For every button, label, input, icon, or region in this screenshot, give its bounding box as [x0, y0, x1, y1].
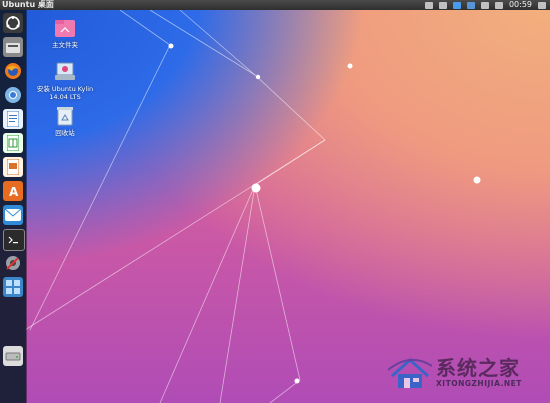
desktop-icon-home[interactable]: 主文件夹: [30, 17, 100, 49]
launcher-workspaces[interactable]: [3, 277, 23, 297]
launcher-settings[interactable]: [3, 253, 23, 273]
launcher-dash-home[interactable]: [3, 13, 23, 33]
settings-icon: [6, 256, 20, 270]
clock[interactable]: 00:59: [509, 0, 532, 10]
launcher-writer[interactable]: [3, 109, 23, 129]
desktop-icon-trash[interactable]: 回收站: [30, 105, 100, 137]
terminal-icon: [8, 236, 18, 244]
launcher-terminal[interactable]: [3, 229, 25, 251]
launcher-software-center[interactable]: A: [3, 181, 23, 201]
watermark: 系统之家 XITONGZHIJIA.NET: [388, 346, 548, 402]
launcher-mail[interactable]: [3, 205, 23, 225]
launcher-firefox[interactable]: [3, 61, 23, 81]
keyboard-icon[interactable]: [452, 1, 461, 9]
user-icon[interactable]: [438, 1, 447, 9]
desktop-icon-installer[interactable]: 安装 Ubuntu Kylin 14.04 LTS: [30, 61, 100, 101]
presentation-icon: [7, 159, 19, 175]
launcher-drive[interactable]: [3, 346, 23, 366]
workspace-icon: [6, 280, 20, 294]
desktop-icon-label: 回收站: [55, 129, 75, 137]
power-icon[interactable]: [538, 1, 546, 9]
input-method-icon[interactable]: [424, 1, 433, 9]
firefox-icon: [5, 63, 21, 79]
network-icon[interactable]: [480, 1, 489, 9]
window-title: Ubuntu 桌面: [2, 0, 54, 9]
volume-icon[interactable]: [494, 1, 503, 9]
watermark-logo-icon: [388, 357, 432, 388]
desktop-icon-label: 主文件夹: [52, 41, 78, 49]
launcher-chromium[interactable]: [3, 85, 23, 105]
launcher-impress[interactable]: [3, 157, 23, 177]
folder-icon: [6, 43, 20, 53]
trash-icon: [54, 105, 76, 127]
launcher: A: [0, 10, 26, 403]
launcher-files[interactable]: [3, 37, 23, 57]
top-panel: Ubuntu 桌面 00:59: [0, 0, 550, 10]
watermark-title: 系统之家: [436, 356, 520, 380]
chromium-icon: [5, 87, 21, 103]
document-icon: [7, 111, 19, 127]
drive-icon: [5, 352, 21, 361]
mail-icon[interactable]: [466, 1, 475, 9]
launcher-calc[interactable]: [3, 133, 23, 153]
watermark-subtitle: XITONGZHIJIA.NET: [436, 379, 522, 388]
desktop-icon-label: 安装 Ubuntu Kylin 14.04 LTS: [36, 85, 94, 101]
spreadsheet-icon: [7, 135, 19, 151]
ubuntu-logo-icon: [6, 16, 20, 30]
home-folder-icon: [54, 17, 76, 39]
software-center-icon: A: [9, 185, 19, 198]
mail-icon: [5, 209, 21, 221]
svg-text:A: A: [9, 185, 19, 198]
installer-icon: [54, 61, 76, 83]
system-tray: 00:59: [424, 0, 546, 10]
